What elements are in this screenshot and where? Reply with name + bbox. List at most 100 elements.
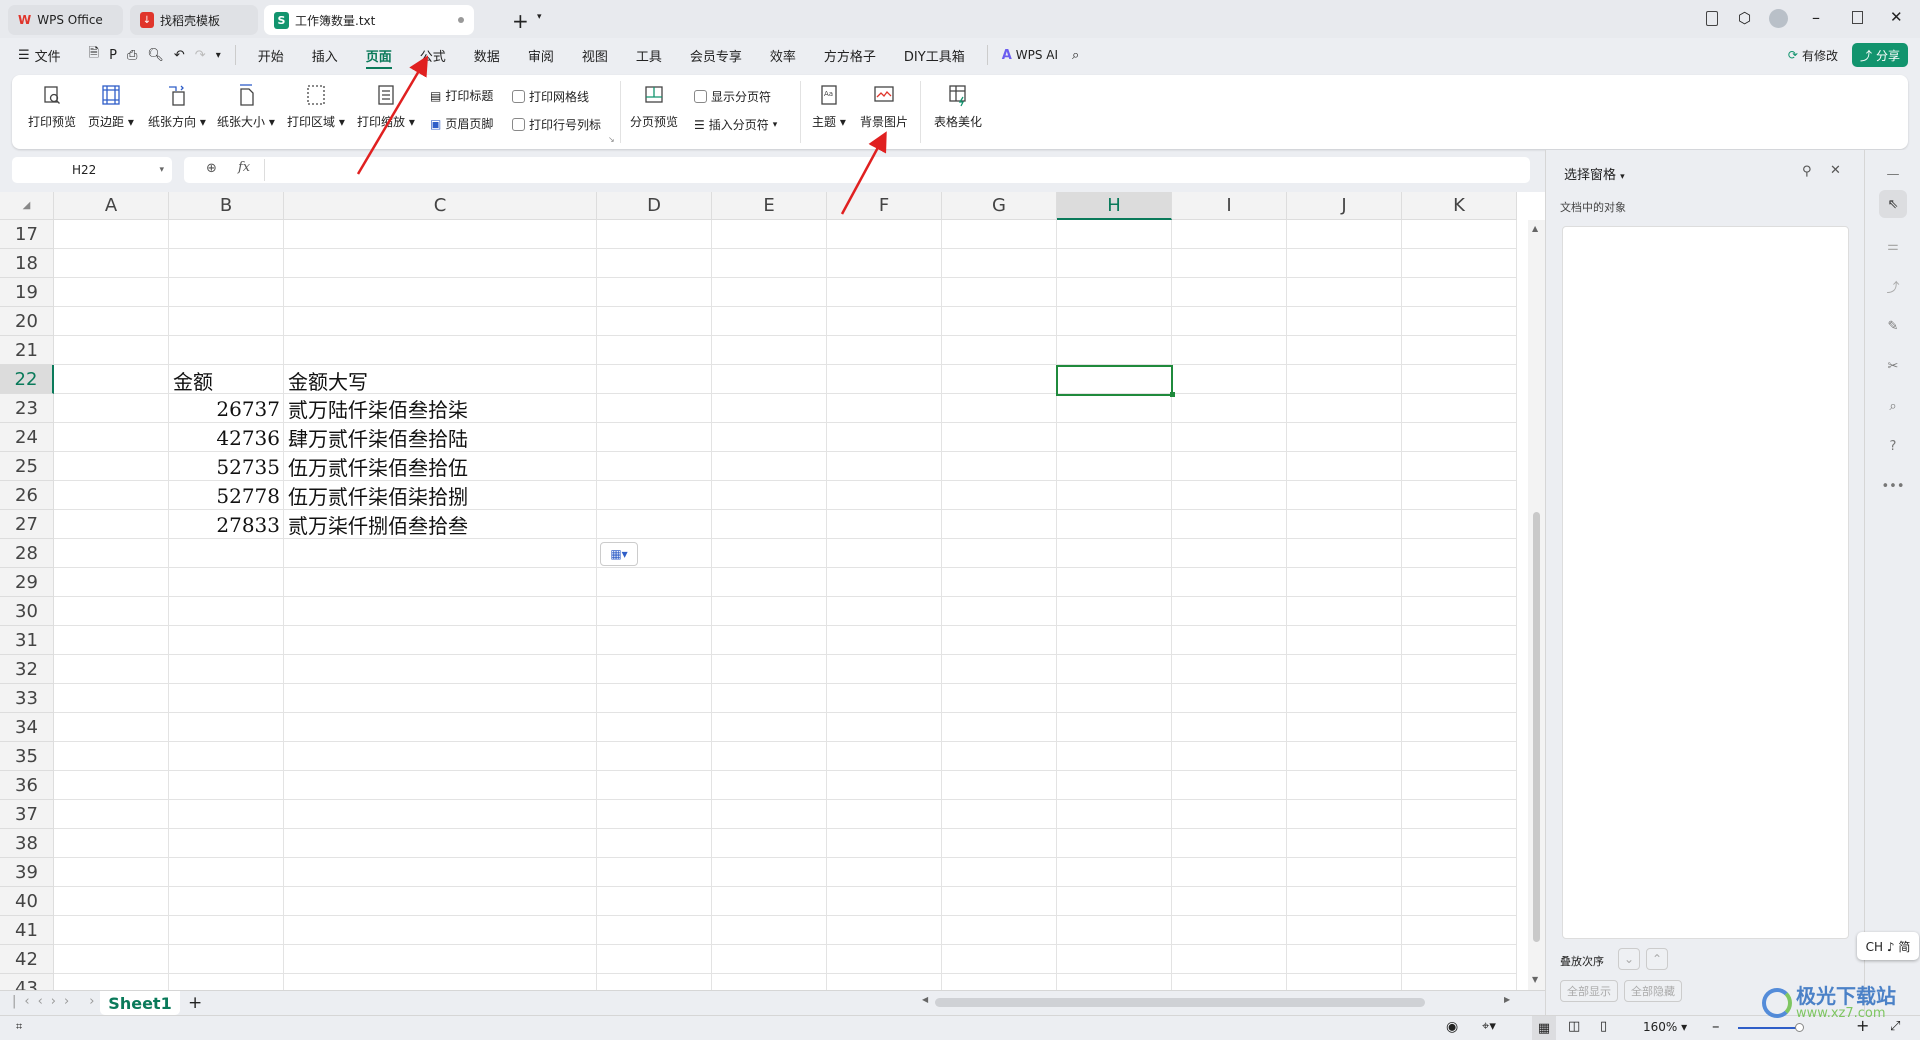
- cell-uppercase[interactable]: 贰万陆仟柒佰叁拾柒: [284, 394, 597, 423]
- fill-handle[interactable]: [1170, 392, 1175, 397]
- row-header-22[interactable]: 22: [0, 365, 54, 394]
- cell-C22[interactable]: 金额大写: [284, 366, 597, 395]
- margins-button[interactable]: 页边距 ▾: [88, 83, 134, 130]
- modified-status[interactable]: ⟳ 有修改: [1788, 47, 1838, 64]
- sheet-tab-sheet1[interactable]: Sheet1: [100, 991, 180, 1015]
- normal-view-button[interactable]: ▦: [1532, 1016, 1556, 1040]
- cell-amount[interactable]: 52778: [169, 481, 284, 510]
- horizontal-scroll-thumb[interactable]: [935, 998, 1425, 1007]
- macro-icon[interactable]: ⌗: [16, 1020, 22, 1034]
- insert-function-button[interactable]: fx: [238, 160, 250, 175]
- menu-insert[interactable]: 插入: [298, 38, 352, 72]
- name-box[interactable]: H22 ▾: [12, 157, 172, 183]
- cube-icon[interactable]: ⬡: [1738, 9, 1751, 27]
- cell-B22[interactable]: 金额: [169, 366, 284, 395]
- search-icon[interactable]: ⌕: [1072, 48, 1079, 63]
- close-window-button[interactable]: ✕: [1890, 8, 1903, 26]
- print-titles-button[interactable]: ▤ 打印标题: [430, 87, 493, 104]
- send-backward-button[interactable]: ⌄: [1618, 948, 1640, 970]
- zoom-formula-icon[interactable]: ⊕: [206, 161, 217, 176]
- menu-review[interactable]: 审阅: [514, 38, 568, 72]
- chevron-down-icon[interactable]: ▾: [537, 12, 542, 22]
- scroll-up-icon[interactable]: ▲: [1532, 224, 1538, 233]
- cell-amount[interactable]: 26737: [169, 394, 284, 423]
- menu-fangfang[interactable]: 方方格子: [810, 38, 890, 72]
- row-header-40[interactable]: 40: [0, 887, 54, 916]
- tab-workbook[interactable]: S 工作簿数量.txt: [264, 5, 474, 35]
- scroll-left-icon[interactable]: ◀: [922, 995, 928, 1004]
- menu-diy[interactable]: DIY工具箱: [890, 38, 979, 72]
- adjust-icon[interactable]: ⚌: [1879, 232, 1907, 260]
- select-pointer-icon[interactable]: ⇖: [1879, 190, 1907, 218]
- redo-icon[interactable]: ↷: [195, 48, 206, 63]
- cell-amount[interactable]: 42736: [169, 423, 284, 452]
- row-header-18[interactable]: 18: [0, 249, 54, 278]
- print-scale-button[interactable]: 打印缩放 ▾: [357, 83, 415, 130]
- table-beautify-button[interactable]: 表格美化: [934, 83, 982, 130]
- vertical-scroll-thumb[interactable]: [1533, 512, 1540, 942]
- row-header-27[interactable]: 27: [0, 510, 54, 539]
- row-header-34[interactable]: 34: [0, 713, 54, 742]
- collapse-icon[interactable]: —: [1879, 160, 1907, 188]
- row-header-41[interactable]: 41: [0, 916, 54, 945]
- menu-member[interactable]: 会员专享: [676, 38, 756, 72]
- row-header-29[interactable]: 29: [0, 568, 54, 597]
- save-icon[interactable]: 🗎: [89, 44, 99, 66]
- style-icon[interactable]: ✎: [1879, 312, 1907, 340]
- row-header-17[interactable]: 17: [0, 220, 54, 249]
- zoom-out-button[interactable]: –: [1712, 1017, 1720, 1035]
- eye-protection-icon[interactable]: ◉: [1446, 1019, 1458, 1035]
- menu-view[interactable]: 视图: [568, 38, 622, 72]
- page-break-view-button[interactable]: ▯: [1600, 1019, 1607, 1034]
- file-menu[interactable]: ☰ 文件: [0, 38, 75, 72]
- column-header-G[interactable]: G: [942, 192, 1057, 220]
- print-icon[interactable]: ⎙: [127, 48, 137, 63]
- spreadsheet-grid[interactable]: ◢ ABCDEFGHIJK 17 18 19 20 21 22 23 24 25 26 27 28 29…: [0, 192, 1545, 990]
- column-header-A[interactable]: A: [54, 192, 169, 220]
- row-header-31[interactable]: 31: [0, 626, 54, 655]
- avatar[interactable]: [1769, 9, 1788, 28]
- map-search-icon[interactable]: ⌕: [1879, 392, 1907, 420]
- row-header-38[interactable]: 38: [0, 829, 54, 858]
- share-button[interactable]: ⤴ 分享: [1851, 43, 1908, 67]
- ime-indicator[interactable]: CH ♪ 简: [1857, 932, 1919, 960]
- select-all-corner[interactable]: ◢: [0, 192, 54, 220]
- show-all-button[interactable]: 全部显示: [1560, 980, 1618, 1002]
- pin-icon[interactable]: ⚲: [1802, 164, 1812, 179]
- formula-bar[interactable]: ⊕ fx: [184, 157, 1530, 183]
- scroll-down-icon[interactable]: ▼: [1532, 975, 1538, 984]
- column-header-F[interactable]: F: [827, 192, 942, 220]
- row-header-35[interactable]: 35: [0, 742, 54, 771]
- row-header-19[interactable]: 19: [0, 278, 54, 307]
- pane-title[interactable]: 选择窗格 ▾: [1564, 164, 1625, 183]
- transform-icon[interactable]: ⤴: [1879, 272, 1907, 300]
- new-tab-button[interactable]: +: [512, 9, 529, 33]
- hide-all-button[interactable]: 全部隐藏: [1624, 980, 1682, 1002]
- orientation-button[interactable]: 纸张方向 ▾: [148, 83, 206, 130]
- row-header-26[interactable]: 26: [0, 481, 54, 510]
- dialog-launcher-icon[interactable]: ↘: [608, 135, 615, 144]
- checkbox[interactable]: [512, 118, 525, 131]
- close-pane-button[interactable]: ✕: [1830, 163, 1841, 178]
- cell-amount[interactable]: 27833: [169, 510, 284, 539]
- page-layout-view-button[interactable]: ◫: [1568, 1019, 1580, 1034]
- selected-cell-H22[interactable]: [1056, 365, 1173, 396]
- add-sheet-button[interactable]: +: [188, 993, 202, 1013]
- column-header-K[interactable]: K: [1402, 192, 1517, 220]
- chevron-down-icon[interactable]: ▾: [216, 50, 221, 61]
- insert-page-break-button[interactable]: ☰ 插入分页符 ▾: [694, 116, 777, 133]
- zoom-slider[interactable]: [1738, 1027, 1798, 1029]
- column-header-C[interactable]: C: [284, 192, 597, 220]
- minimize-button[interactable]: –: [1812, 8, 1820, 27]
- row-header-36[interactable]: 36: [0, 771, 54, 800]
- row-header-43[interactable]: 43: [0, 974, 54, 990]
- more-icon[interactable]: •••: [1879, 472, 1907, 500]
- column-header-B[interactable]: B: [169, 192, 284, 220]
- undo-icon[interactable]: ↶: [174, 48, 185, 63]
- menu-data[interactable]: 数据: [460, 38, 514, 72]
- checkbox[interactable]: [512, 90, 525, 103]
- page-break-preview-button[interactable]: 分页预览: [630, 83, 678, 130]
- menu-formula[interactable]: 公式: [406, 38, 460, 72]
- menu-home[interactable]: 开始: [244, 38, 298, 72]
- vertical-scrollbar[interactable]: ▲ ▼: [1528, 220, 1545, 990]
